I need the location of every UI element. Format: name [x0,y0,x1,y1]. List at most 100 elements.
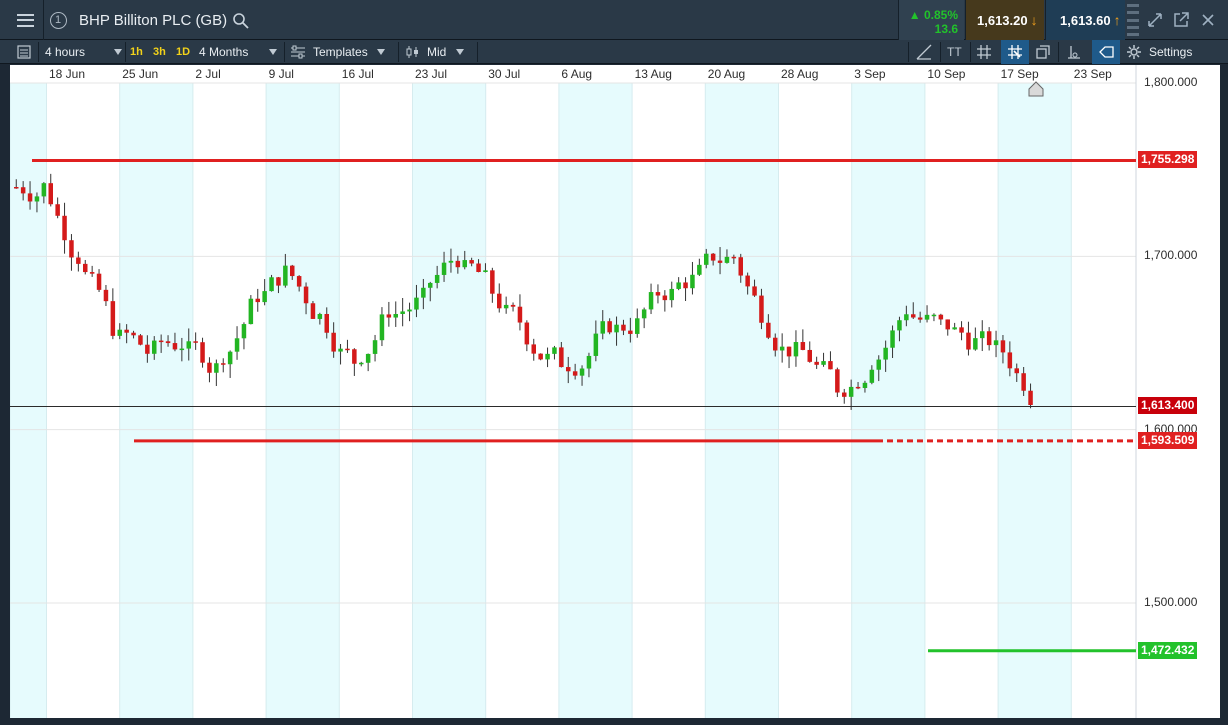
candle-up [227,351,233,365]
candle-down [310,303,316,319]
candle-down [683,282,688,289]
candle-up [904,314,909,321]
candle-down [766,322,771,338]
candle-up [862,382,868,389]
candle-down [945,319,950,330]
info-button[interactable]: 1 [47,0,69,40]
candle-down [986,331,992,346]
change-up-icon: ▲ [908,8,921,22]
candle-down [966,332,971,350]
close-icon[interactable] [1198,10,1218,30]
candle-down [110,301,116,336]
buy-price-button[interactable]: 1,613.60 ↑ [1045,0,1125,40]
x-tick-label: 28 Aug [781,67,819,81]
candle-up [641,309,647,319]
draw-line-icon[interactable] [914,42,934,62]
text-tool[interactable]: TT [947,40,962,64]
templates-select[interactable]: Templates [290,40,385,64]
sell-price-button[interactable]: 1,613.20 ↓ [965,0,1044,40]
candle-up [579,368,585,376]
x-tick-label: 16 Jul [341,67,374,81]
x-tick-label: 13 Aug [634,67,672,81]
x-tick-label: 9 Jul [268,67,294,81]
candle-up [704,253,709,265]
crosshair-icon [1008,45,1022,59]
candle-down [572,371,578,376]
x-tick-label: 10 Sep [927,67,966,81]
candle-down [959,327,964,333]
candle-down [510,304,516,307]
chevron-down-icon [114,49,123,55]
x-tick-label: 17 Sep [1000,67,1039,81]
candle-down [828,361,833,370]
candle-up [697,264,702,275]
resistance-price-label: 1,755.298 [1138,151,1198,169]
list-icon[interactable] [14,42,34,62]
candle-up [41,183,47,197]
interval-select[interactable]: 4 hours [45,40,123,64]
candle-up [614,324,619,333]
x-tick-label: 23 Sep [1073,67,1112,81]
candle-up [462,260,467,268]
week-band [705,83,779,718]
timeframe-3h[interactable]: 3h [153,40,166,64]
candle-up [269,277,274,292]
arrow-up-icon: ↑ [1113,12,1121,28]
candle-down [96,273,102,290]
candle-up [186,341,191,349]
candle-up [993,340,999,346]
candle-down [1028,390,1033,405]
indicator-icon[interactable] [1064,42,1084,62]
candle-up [365,353,371,363]
candle-up [931,314,937,317]
expand-icon[interactable] [1145,10,1165,30]
instrument-name[interactable]: BHP Billiton PLC (GB) [79,12,227,29]
candle-down [386,314,392,318]
candle-down [103,289,109,302]
grid-icon[interactable] [974,42,994,62]
candle-up [897,320,902,331]
timeframe-1d[interactable]: 1D [176,40,190,64]
candle-down [76,257,81,264]
price-type-select[interactable]: Mid [405,40,465,64]
candle-down [14,187,19,189]
candle-down [731,256,737,259]
candle-up [407,309,412,312]
candle-down [55,204,60,216]
candle-down [331,332,336,352]
candle-up [503,304,509,309]
candle-up [434,274,440,283]
chevron-down-icon [456,49,465,55]
chart-area[interactable]: 1,800.000 1,700.000 1,600.000 1,500.000 18 J… [10,65,1220,718]
candle-up [372,340,378,354]
week-band [119,83,193,718]
candle-down [773,337,778,351]
candle-down [324,313,329,333]
candle-up [690,274,695,289]
popout-icon[interactable] [1171,10,1191,30]
chevron-down-icon [376,49,385,55]
price-type-label: Mid [427,45,447,59]
layers-icon[interactable] [1033,42,1053,62]
week-band [558,83,633,718]
menu-button[interactable] [8,0,42,40]
candle-down [490,270,495,294]
week-band [266,83,340,718]
candle-down [524,322,530,345]
candle-up [241,324,247,339]
candle-down [497,293,502,309]
price-chart[interactable] [10,65,1220,718]
search-icon[interactable] [232,12,250,30]
interval-label: 4 hours [45,45,86,59]
candle-up [724,256,730,263]
candle-down [200,342,205,363]
candle-up [593,333,599,356]
week-band [10,83,47,718]
price-change-box: ▲ 0.85% 13.6 [898,0,964,40]
range-select[interactable]: 4 Months [199,40,278,64]
candle-down [807,349,812,362]
settings-button[interactable]: Settings [1126,40,1192,64]
timeframe-1h[interactable]: 1h [130,40,143,64]
candle-up [635,318,640,334]
hamburger-icon [16,13,34,27]
